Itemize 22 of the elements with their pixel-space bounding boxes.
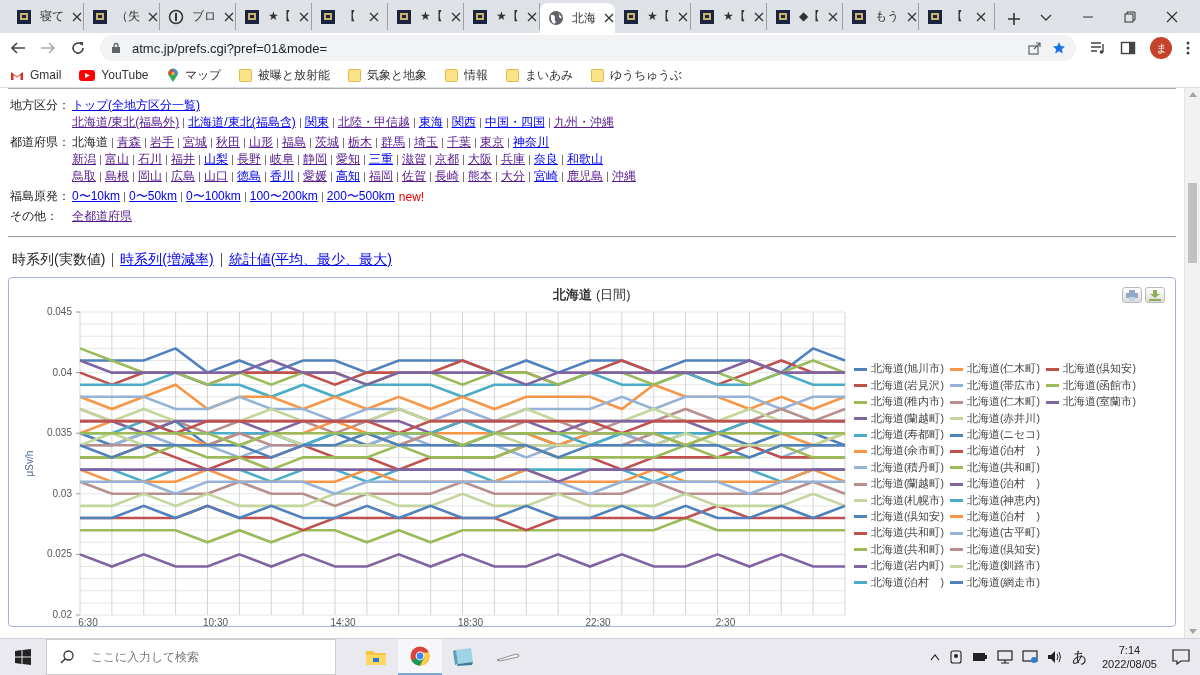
new-label: new! — [398, 189, 425, 204]
axis-tick-label: 0.02 — [52, 609, 72, 620]
axis-tick-label: 0.045 — [46, 306, 72, 317]
chart-title: 北海道 (日間) — [553, 286, 631, 304]
row-label: 福島原発： — [10, 188, 71, 205]
axis-tick-label: 0.03 — [52, 487, 72, 499]
axis-tick-label: 0.035 — [46, 427, 72, 439]
axis-tick-label: 18:30 — [458, 617, 483, 626]
row-label: その他： — [10, 208, 59, 225]
axis-title: μSv/h — [24, 450, 35, 477]
row-label: 地方区分： — [10, 97, 71, 114]
axis-tick-label: 10:30 — [203, 617, 228, 626]
current-prefecture: 北海道 — [72, 134, 108, 151]
axis-tick-label: 0.025 — [46, 548, 72, 560]
clock-time: 7:14 — [1118, 643, 1141, 657]
axis-tick-label: 0.04 — [52, 366, 72, 378]
axis-tick-label: 14:30 — [330, 617, 356, 626]
row-label: 都道府県： — [10, 134, 71, 151]
axis-tick-label: 22:30 — [585, 617, 611, 626]
axis-tick-label: 2:30 — [715, 617, 736, 626]
clock-date: 2022/08/05 — [1101, 657, 1157, 671]
axis-tick-label: 6:30 — [78, 617, 98, 626]
